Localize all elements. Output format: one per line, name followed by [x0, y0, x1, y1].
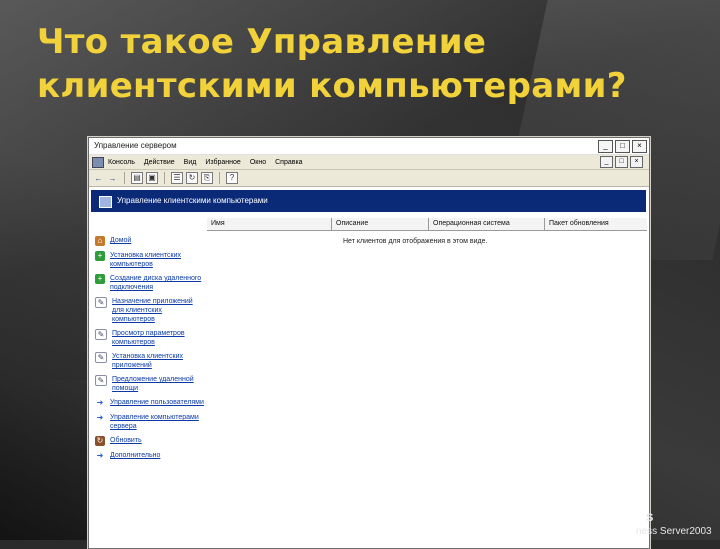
menu-help[interactable]: Справка [275, 159, 302, 166]
up-folder-icon[interactable]: ▤ [131, 172, 143, 184]
arrow-icon: ➜ [95, 451, 105, 461]
task-item-manage-users[interactable]: ➜ Управление пользователями [95, 398, 205, 408]
tools-icon: ✎ [95, 329, 107, 340]
task-label[interactable]: Установка клиентских компьютеров [110, 251, 205, 269]
brand-text: ness Server2003 [636, 526, 712, 537]
menu-window[interactable]: Окно [250, 159, 266, 166]
task-label[interactable]: Предложение удаленной помощи [112, 375, 205, 393]
task-label[interactable]: Управление компьютерами сервера [110, 413, 205, 431]
task-item-more[interactable]: ➜ Дополнительно [95, 451, 205, 461]
forward-arrow-icon[interactable]: → [107, 173, 118, 184]
refresh-icon: ↻ [95, 436, 105, 446]
window-titlebar[interactable]: Управление сервером _ □ × [89, 138, 649, 155]
column-header-description[interactable]: Описание [332, 218, 429, 230]
task-label[interactable]: Домой [110, 236, 131, 245]
menu-console[interactable]: Консоль [108, 159, 135, 166]
export-icon[interactable]: ⎘ [201, 172, 213, 184]
list-column-headers: Имя Описание Операционная система Пакет … [207, 218, 647, 231]
console-icon[interactable] [92, 156, 104, 168]
menu-bar: Консоль Действие Вид Избранное Окно Спра… [89, 155, 649, 170]
task-pane: ⌂ Домой + Установка клиентских компьютер… [95, 236, 205, 466]
add-icon: + [95, 274, 105, 284]
server-management-window: Управление сервером _ □ × Консоль Действ… [88, 137, 650, 549]
slide-title-line-2: клиентскими компьютерами? [37, 66, 627, 106]
slide-title: Что такое Управление клиентскими компьют… [37, 20, 677, 108]
maximize-button[interactable]: □ [615, 140, 630, 153]
task-item-refresh[interactable]: ↻ Обновить [95, 436, 205, 446]
close-button[interactable]: × [632, 140, 647, 153]
slide-title-line-1: Что такое Управление [37, 22, 487, 62]
menu-view[interactable]: Вид [184, 159, 197, 166]
console-header: Управление клиентскими компьютерами [91, 190, 646, 212]
refresh-icon[interactable]: ↻ [186, 172, 198, 184]
column-header-service-pack[interactable]: Пакет обновления [545, 218, 647, 230]
brand-text: S [646, 512, 654, 524]
tools-icon: ✎ [95, 297, 107, 308]
properties-icon[interactable]: ☰ [171, 172, 183, 184]
task-item-setup-clients[interactable]: + Установка клиентских компьютеров [95, 251, 205, 269]
task-item-remote-disk[interactable]: + Создание диска удаленного подключения [95, 274, 205, 292]
menu-action[interactable]: Действие [144, 159, 175, 166]
task-item-assign-apps[interactable]: ✎ Назначение приложений для клиентских к… [95, 297, 205, 324]
arrow-icon: ➜ [95, 413, 105, 423]
task-label[interactable]: Установка клиентских приложений [112, 352, 205, 370]
task-item-remote-assistance[interactable]: ✎ Предложение удаленной помощи [95, 375, 205, 393]
toolbar-separator [124, 172, 125, 184]
add-icon: + [95, 251, 105, 261]
toolbar-separator [219, 172, 220, 184]
arrow-icon: ➜ [95, 398, 105, 408]
computer-management-icon [99, 196, 112, 208]
task-label[interactable]: Создание диска удаленного подключения [110, 274, 205, 292]
console-header-title: Управление клиентскими компьютерами [117, 196, 268, 205]
help-icon[interactable]: ? [226, 172, 238, 184]
empty-list-message: Нет клиентов для отображения в этом виде… [343, 238, 488, 245]
task-item-home[interactable]: ⌂ Домой [95, 236, 205, 246]
task-label[interactable]: Просмотр параметров компьютеров [112, 329, 205, 347]
toolbar-separator [164, 172, 165, 184]
child-minimize-button[interactable]: _ [600, 156, 613, 168]
child-maximize-button[interactable]: □ [615, 156, 628, 168]
column-header-os[interactable]: Операционная система [429, 218, 545, 230]
task-label[interactable]: Обновить [110, 436, 142, 445]
tools-icon: ✎ [95, 352, 107, 363]
show-hide-tree-icon[interactable]: ▣ [146, 172, 158, 184]
tools-icon: ✎ [95, 375, 107, 386]
child-close-button[interactable]: × [630, 156, 643, 168]
toolbar: ← → ▤ ▣ ☰ ↻ ⎘ ? [89, 170, 649, 187]
task-label[interactable]: Дополнительно [110, 451, 160, 460]
menu-favorites[interactable]: Избранное [205, 159, 240, 166]
task-label[interactable]: Назначение приложений для клиентских ком… [112, 297, 205, 324]
task-item-install-apps[interactable]: ✎ Установка клиентских приложений [95, 352, 205, 370]
back-arrow-icon[interactable]: ← [93, 173, 104, 184]
task-label[interactable]: Управление пользователями [110, 398, 204, 407]
minimize-button[interactable]: _ [598, 140, 613, 153]
task-item-manage-server-computers[interactable]: ➜ Управление компьютерами сервера [95, 413, 205, 431]
house-icon: ⌂ [95, 236, 105, 246]
window-title: Управление сервером [94, 141, 177, 150]
column-header-name[interactable]: Имя [207, 218, 332, 230]
task-item-view-settings[interactable]: ✎ Просмотр параметров компьютеров [95, 329, 205, 347]
